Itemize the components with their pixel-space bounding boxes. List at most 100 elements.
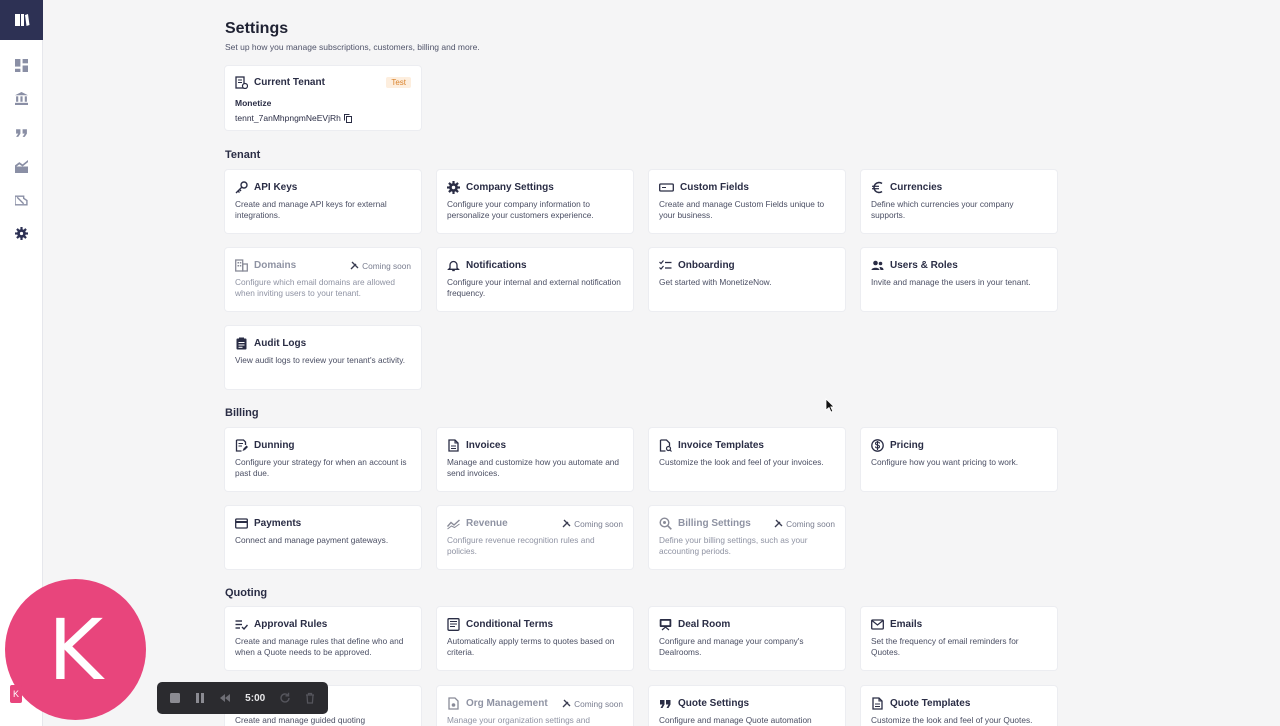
current-tenant-title: Current Tenant [254, 77, 325, 88]
card-quote-settings[interactable]: Quote Settings Configure and manage Quot… [649, 686, 845, 726]
avatar-initial: K [47, 600, 104, 699]
page-subtitle: Set up how you manage subscriptions, cus… [225, 42, 480, 52]
card-payments[interactable]: Payments Connect and manage payment gate… [225, 506, 421, 569]
search-settings-icon [659, 517, 672, 530]
coming-soon-label: Coming soon [350, 261, 411, 271]
rewind-button[interactable] [218, 690, 233, 706]
rule-check-icon [235, 618, 248, 631]
copy-icon[interactable] [343, 113, 352, 123]
card-title: Onboarding [678, 260, 735, 271]
card-notifications[interactable]: Notifications Configure your internal an… [437, 248, 633, 311]
tools-icon [774, 519, 783, 528]
section-title-quoting: Quoting [225, 587, 268, 599]
webcam-avatar: K [5, 579, 146, 720]
section-title-billing: Billing [225, 407, 259, 419]
tenant-id: tennt_7anMhpngmNeEVjRh [235, 113, 341, 123]
dashboard-icon[interactable] [13, 57, 30, 74]
shipping-icon[interactable] [13, 192, 30, 209]
book-logo-icon [14, 14, 29, 26]
card-title: Custom Fields [680, 182, 749, 193]
card-title: Approval Rules [254, 619, 328, 630]
bell-icon [447, 259, 460, 272]
card-revenue: Revenue Coming soon Configure revenue re… [437, 506, 633, 569]
card-desc: Automatically apply terms to quotes base… [447, 636, 615, 657]
card-desc: Configure revenue recognition rules and … [447, 535, 595, 556]
mouse-cursor-icon [825, 398, 835, 413]
card-approval-rules[interactable]: Approval Rules Create and manage rules t… [225, 607, 421, 670]
coming-soon-label: Coming soon [562, 699, 623, 709]
restart-button[interactable] [277, 690, 292, 706]
card-desc: Customize the look and feel of your invo… [659, 457, 824, 467]
gear-icon [447, 181, 460, 194]
card-org-management: Org Management Coming soon Manage your o… [437, 686, 633, 726]
card-desc: Configure and manage Quote automation [659, 715, 812, 725]
card-desc: Manage and customize how you automate an… [447, 457, 620, 478]
users-icon [871, 259, 884, 272]
card-title: Audit Logs [254, 338, 307, 349]
card-deal-room[interactable]: Deal Room Configure and manage your comp… [649, 607, 845, 670]
mini-avatar[interactable]: K [10, 685, 22, 703]
card-title: Domains [254, 260, 297, 271]
pause-button[interactable] [192, 690, 207, 706]
tools-icon [562, 519, 571, 528]
card-title: Currencies [890, 182, 943, 193]
invoice-icon [447, 439, 460, 452]
current-tenant-card: Current Tenant Test Monetize tennt_7anMh… [225, 66, 421, 130]
page-title: Settings [225, 20, 289, 37]
template-doc-icon [871, 697, 884, 710]
document-edit-icon [235, 439, 248, 452]
dollar-circle-icon [871, 439, 884, 452]
card-dunning[interactable]: Dunning Configure your strategy for when… [225, 428, 421, 491]
clipboard-icon [235, 337, 248, 350]
card-title: Dunning [254, 440, 295, 451]
card-desc: Configure your strategy for when an acco… [235, 457, 407, 478]
settings-gear-icon[interactable] [13, 225, 30, 242]
card-audit-logs[interactable]: Audit Logs View audit logs to review you… [225, 326, 421, 389]
card-users-roles[interactable]: Users & Roles Invite and manage the user… [861, 248, 1057, 311]
card-title: Conditional Terms [466, 619, 554, 630]
card-currencies[interactable]: Currencies Define which currencies your … [861, 170, 1057, 233]
card-desc: Customize the look and feel of your Quot… [871, 715, 1033, 725]
card-company-settings[interactable]: Company Settings Configure your company … [437, 170, 633, 233]
analytics-icon[interactable] [13, 158, 30, 175]
stop-icon [169, 693, 180, 703]
coming-soon-label: Coming soon [562, 519, 623, 529]
credit-card-icon [235, 517, 248, 530]
card-billing-settings: Billing Settings Coming soon Define your… [649, 506, 845, 569]
recording-toolbar: 5:00 [157, 682, 328, 714]
card-title: Org Management [466, 698, 548, 709]
euro-icon [871, 181, 884, 194]
stop-record-button[interactable] [167, 690, 182, 706]
card-api-keys[interactable]: API Keys Create and manage API keys for … [225, 170, 421, 233]
card-title: Quote Templates [890, 698, 971, 709]
card-desc: Configure your company information to pe… [447, 199, 594, 220]
card-pricing[interactable]: Pricing Configure how you want pricing t… [861, 428, 1057, 491]
card-title: Quote Settings [678, 698, 750, 709]
restart-icon [280, 692, 290, 703]
card-emails[interactable]: Emails Set the frequency of email remind… [861, 607, 1057, 670]
card-title: Revenue [466, 518, 508, 529]
tenant-id-row: tennt_7anMhpngmNeEVjRh [235, 113, 411, 123]
tenant-name: Monetize [235, 98, 272, 108]
card-conditional-terms[interactable]: Conditional Terms Automatically apply te… [437, 607, 633, 670]
card-custom-fields[interactable]: Custom Fields Create and manage Custom F… [649, 170, 845, 233]
card-invoice-templates[interactable]: Invoice Templates Customize the look and… [649, 428, 845, 491]
card-desc: Invite and manage the users in your tena… [871, 277, 1031, 287]
quote-icon[interactable] [13, 124, 30, 141]
bank-icon[interactable] [13, 90, 30, 107]
org-doc-icon [447, 697, 460, 710]
card-title: Billing Settings [678, 518, 751, 529]
tools-icon [350, 261, 359, 270]
delete-button[interactable] [303, 690, 318, 706]
card-desc: Set the frequency of email reminders for… [871, 636, 1019, 657]
card-desc: Define your billing settings, such as yo… [659, 535, 808, 556]
app-logo[interactable] [0, 0, 43, 40]
card-invoices[interactable]: Invoices Manage and customize how you au… [437, 428, 633, 491]
card-desc: Configure how you want pricing to work. [871, 457, 1019, 467]
card-desc: Configure and manage your company's Deal… [659, 636, 804, 657]
card-quote-templates[interactable]: Quote Templates Customize the look and f… [861, 686, 1057, 726]
card-onboarding[interactable]: Onboarding Get started with MonetizeNow. [649, 248, 845, 311]
card-title: API Keys [254, 182, 298, 193]
card-title: Company Settings [466, 182, 554, 193]
document-search-icon [659, 439, 672, 452]
